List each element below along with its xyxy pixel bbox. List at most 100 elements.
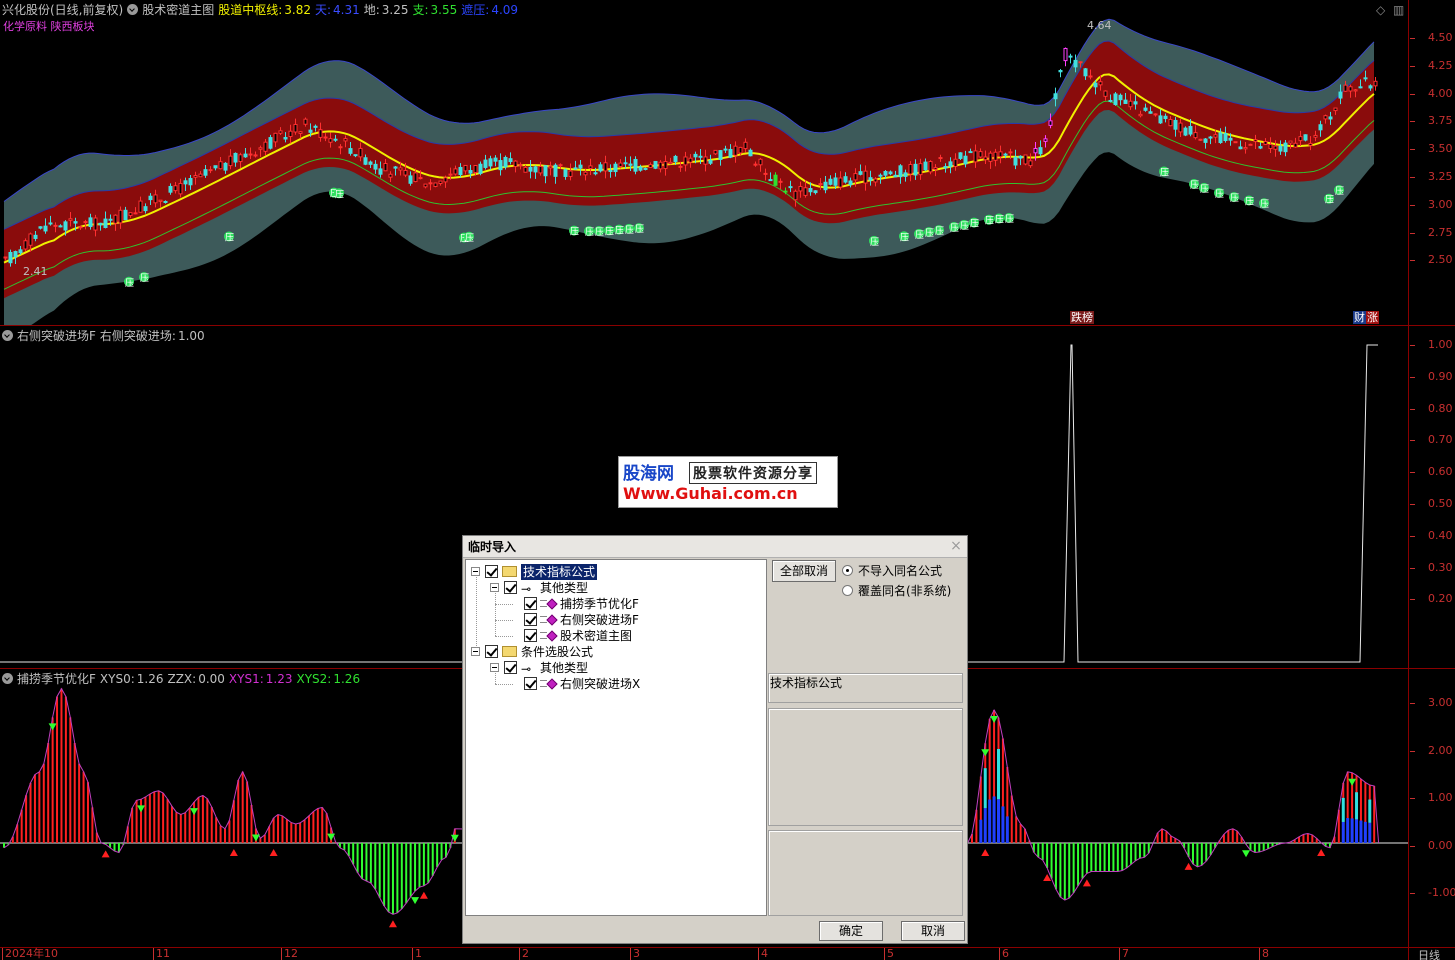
tree-node-other-types[interactable]: ⊸ 其他类型	[466, 580, 766, 596]
candle-body	[488, 158, 493, 167]
pressure-marker-label: 压	[595, 227, 604, 238]
radio-label: 覆盖同名(非系统)	[858, 584, 952, 598]
candle-body	[138, 200, 143, 213]
y-tick-label: 4.00	[1410, 87, 1455, 100]
tree-node-formula[interactable]: 捕捞季节优化F	[466, 596, 766, 612]
key-icon: ⊸	[521, 662, 532, 676]
candle-body	[163, 200, 168, 203]
candle-body	[583, 171, 588, 176]
candle-body	[1103, 90, 1108, 97]
tag-cai[interactable]: 财	[1353, 311, 1366, 324]
candle-body	[743, 141, 748, 150]
collapse-icon[interactable]	[490, 663, 499, 672]
candle-body	[468, 170, 473, 174]
candle-body	[853, 173, 858, 181]
candle-body	[838, 177, 843, 188]
expand-icon[interactable]: ◇	[1375, 4, 1386, 17]
candle-body	[303, 118, 308, 125]
checkbox-checked[interactable]	[504, 581, 517, 594]
low-price-label: 2.41	[23, 265, 48, 278]
checkbox-checked[interactable]	[524, 629, 537, 642]
preview-box[interactable]	[768, 830, 963, 916]
checkbox-checked[interactable]	[524, 597, 537, 610]
candle-body	[993, 151, 998, 161]
tree-label: 其他类型	[540, 581, 589, 595]
checkbox-checked[interactable]	[485, 565, 498, 578]
collapse-icon[interactable]	[490, 583, 499, 592]
candle-body	[693, 153, 698, 158]
candle-body	[1188, 126, 1193, 135]
pressure-marker-label: 压	[995, 215, 1004, 226]
checkbox-checked[interactable]	[485, 645, 498, 658]
candle-body	[448, 173, 453, 176]
buy-arrow-icon	[419, 891, 428, 899]
candle-body	[148, 195, 153, 201]
candle-body	[58, 225, 63, 228]
scroll-icon[interactable]: ▥	[1392, 4, 1405, 17]
candle-body	[1363, 77, 1368, 80]
date-x-axis[interactable]: 2024年10 11 12 1 2 3 4 5 6 7 8	[0, 948, 1408, 960]
tag-zhang[interactable]: 涨	[1366, 311, 1379, 324]
candle-body	[238, 154, 243, 163]
candle-body	[843, 176, 848, 183]
candle-body	[318, 129, 323, 138]
candle-body	[988, 152, 993, 162]
candle-body	[1238, 146, 1243, 150]
candle-body	[768, 179, 773, 182]
radio-selected-icon[interactable]	[842, 565, 853, 576]
candle-body	[1088, 75, 1093, 78]
candle-body	[368, 161, 373, 165]
x-tick-label: 8	[1259, 948, 1269, 960]
tree-node-formula[interactable]: 股术密道主图	[466, 628, 766, 644]
pressure-marker-label: 压	[1190, 180, 1199, 191]
candle-body	[623, 162, 628, 165]
y-tick-label: 2.75	[1410, 226, 1455, 239]
candle-body	[1158, 115, 1163, 124]
main-chart-panel[interactable]: 压压压压压压压压压压压压压压压压压压压压压压压压压压压压压压压压压压 兴化股份(…	[0, 0, 1408, 325]
candle-body	[1278, 145, 1283, 152]
y-tick-label: -1.00	[1410, 887, 1455, 899]
indicator-menu-icon[interactable]	[2, 330, 13, 341]
main-chart-y-axis: 4.50 4.25 4.00 3.75 3.50 3.25 3.00 2.75 2.50	[1410, 0, 1455, 325]
collapse-icon[interactable]	[471, 567, 480, 576]
description-box[interactable]	[768, 708, 963, 826]
checkbox-checked[interactable]	[504, 661, 517, 674]
candle-body	[633, 158, 638, 172]
pressure-marker-label: 压	[1245, 196, 1254, 207]
y-tick-label: 0.40	[1410, 529, 1455, 542]
sector-tags[interactable]: 化学原料 陕西板块	[2, 20, 96, 33]
buy-arrow-icon	[388, 920, 397, 928]
close-icon[interactable]: ×	[949, 539, 963, 553]
collapse-icon[interactable]	[471, 647, 480, 656]
candle-body	[273, 132, 278, 143]
formula-tree[interactable]: 技术指标公式 ⊸ 其他类型 捕捞季节优化F 右侧突破进场F 股术密道主图 条件选…	[465, 559, 767, 916]
cancel-button[interactable]: 取消	[901, 921, 965, 941]
candle-body	[28, 233, 33, 246]
dialog-title[interactable]: 临时导入	[463, 536, 967, 558]
tree-node-tech-formulas[interactable]: 技术指标公式	[466, 564, 766, 580]
radio-skip-same-name[interactable]: 不导入同名公式	[842, 564, 942, 578]
tree-node-formula[interactable]: 右侧突破进场X	[466, 676, 766, 692]
checkbox-checked[interactable]	[524, 677, 537, 690]
main-chart-plot[interactable]: 压压压压压压压压压压压压压压压压压压压压压压压压压压压压压压压压压压	[0, 0, 1408, 325]
cancel-all-button[interactable]: 全部取消	[772, 560, 836, 582]
candle-body	[1368, 85, 1373, 89]
radio-unselected-icon[interactable]	[842, 585, 853, 596]
radio-overwrite-same-name[interactable]: 覆盖同名(非系统)	[842, 584, 951, 598]
indicator-menu-icon[interactable]	[2, 673, 13, 684]
ok-button[interactable]: 确定	[819, 921, 883, 941]
candle-body	[733, 145, 738, 156]
candle-body	[223, 162, 228, 171]
candle-body	[1273, 145, 1278, 150]
tag-die-bang[interactable]: 跌榜	[1070, 311, 1094, 324]
tree-node-formula[interactable]: 右侧突破进场F	[466, 612, 766, 628]
buy-arrow-icon	[1082, 879, 1091, 887]
indicator-menu-icon[interactable]	[127, 4, 139, 15]
period-label[interactable]: 日线	[1418, 947, 1440, 960]
candle-body	[338, 146, 343, 149]
checkbox-checked[interactable]	[524, 613, 537, 626]
candle-body	[1073, 59, 1078, 68]
tree-node-other-types[interactable]: ⊸ 其他类型	[466, 660, 766, 676]
tree-node-screen-formulas[interactable]: 条件选股公式	[466, 644, 766, 660]
indicator-value-label: 地:	[363, 3, 380, 17]
